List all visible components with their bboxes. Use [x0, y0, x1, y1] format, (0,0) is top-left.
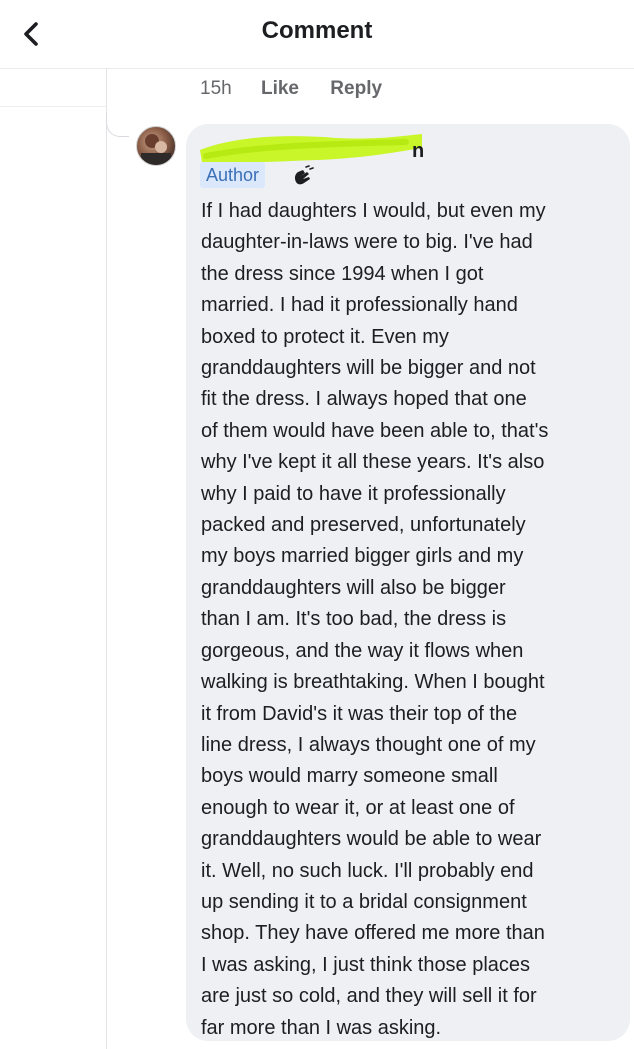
reply-connector: [106, 112, 129, 137]
comment-line: granddaughters will also be bigger: [201, 576, 506, 599]
parent-comment-area: [0, 68, 106, 107]
thread-line: [106, 68, 107, 1049]
author-badge: Author: [200, 162, 266, 188]
comment-line: boxed to protect it. Even my: [201, 325, 449, 348]
comment-line: up sending it to a bridal consignment: [201, 890, 527, 913]
comment-line: it from David's it was their top of the: [201, 702, 518, 725]
comment-line: walking is breathtaking. When I bought: [201, 671, 545, 694]
comment-timestamp: 15h: [200, 78, 232, 99]
comment-body: If I had daughters I would, but even my …: [201, 196, 627, 1044]
comment-line: it. Well, no such luck. I'll probably en…: [201, 859, 534, 882]
top-bar: Comment: [0, 0, 634, 69]
comment-line: I was asking, I just think those places: [201, 953, 531, 976]
comment-line: the dress since 1994 when I got: [201, 262, 484, 285]
author-name[interactable]: n: [412, 140, 424, 163]
comment-line: shop. They have offered me more than: [201, 922, 545, 945]
comment-line: far more than I was asking.: [201, 1016, 442, 1039]
comment-line: granddaughters would be able to wear: [201, 828, 542, 851]
comment-line: daughter-in-laws were to big. I've had: [201, 231, 533, 254]
wave-icon: [294, 165, 314, 185]
page-title: Comment: [261, 17, 373, 44]
comment-line: enough to wear it, or at least one of: [201, 796, 515, 819]
comment-line: of them would have been able to, that's: [201, 419, 549, 442]
avatar[interactable]: [136, 126, 176, 166]
comment-line: are just so cold, and they will sell it …: [201, 985, 537, 1008]
comment-line: why I've kept it all these years. It's a…: [201, 451, 545, 474]
avatar-image: [141, 134, 171, 165]
comment-line: fit the dress. I always hoped that one: [201, 388, 527, 411]
comment-line: gorgeous, and the way it flows when: [201, 639, 524, 662]
like-button[interactable]: Like: [261, 78, 299, 99]
comment-line: packed and preserved, unfortunately: [201, 514, 526, 537]
comment-line: married. I had it professionally hand: [201, 294, 518, 317]
comment-line: than I am. It's too bad, the dress is: [201, 608, 507, 631]
comment-line: why I paid to have it professionally: [201, 482, 506, 505]
comment-line: granddaughters will be bigger and not: [201, 357, 536, 380]
comment-actions: 15h Like Reply: [200, 78, 408, 100]
comment-line: my boys married bigger girls and my: [201, 545, 524, 568]
comment-line: line dress, I always thought one of my: [201, 733, 536, 756]
reply-button[interactable]: Reply: [330, 78, 382, 99]
comment-line: If I had daughters I would, but even my: [201, 200, 546, 222]
comment-line: boys would marry someone small: [201, 765, 498, 788]
